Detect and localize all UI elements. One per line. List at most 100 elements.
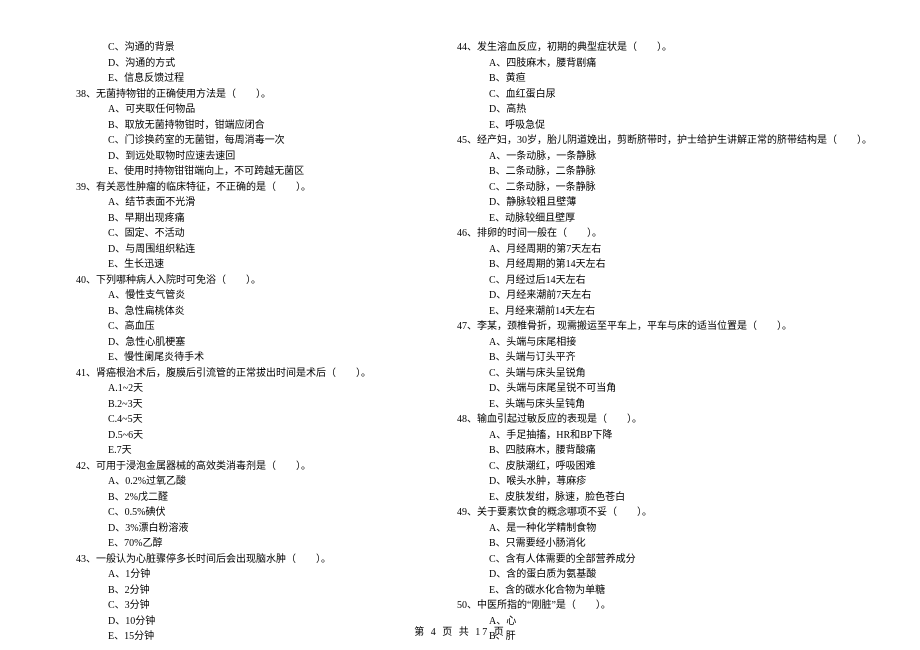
question-50: 50、中医所指的“刚脏”是（ ）。 (441, 598, 872, 614)
option: A、是一种化学精制食物 (441, 521, 872, 537)
question-num: 38、 (76, 89, 96, 100)
question-stem: 肾癌根治术后，腹膜后引流管的正常拔出时间是术后（ ）。 (96, 368, 371, 379)
question-stem: 有关恶性肿瘤的临床特征，不正确的是（ ）。 (96, 182, 311, 193)
option: C、门诊换药室的无菌钳，每周消毒一次 (60, 133, 371, 149)
option: B、月经周期的第14天左右 (441, 257, 872, 273)
question-num: 49、 (457, 507, 477, 518)
option: B、头端与订头平齐 (441, 350, 872, 366)
question-stem: 中医所指的“刚脏”是（ ）。 (477, 600, 611, 611)
option: D、含的蛋白质为氨基酸 (441, 567, 872, 583)
question-num: 43、 (76, 554, 96, 565)
question-43: 43、一般认为心脏骤停多长时间后会出现脑水肿（ ）。 (60, 552, 371, 568)
option: D、3%漂白粉溶液 (60, 521, 371, 537)
question-47: 47、李某，颈椎骨折，现需搬运至平车上，平车与床的适当位置是（ ）。 (441, 319, 872, 335)
question-stem: 输血引起过敏反应的表现是（ ）。 (477, 414, 642, 425)
option: E、含的碳水化合物为单糖 (441, 583, 872, 599)
question-stem: 发生溶血反应，初期的典型症状是（ ）。 (477, 42, 672, 53)
option: C、血红蛋白尿 (441, 87, 872, 103)
option: B、早期出现疼痛 (60, 211, 371, 227)
question-stem: 一般认为心脏骤停多长时间后会出现脑水肿（ ）。 (96, 554, 331, 565)
question-num: 46、 (457, 228, 477, 239)
option: E、呼吸急促 (441, 118, 872, 134)
option: D、月经来潮前7天左右 (441, 288, 872, 304)
option: E、月经来潮前14天左右 (441, 304, 872, 320)
option: D、与周围组织粘连 (60, 242, 371, 258)
option: D、头端与床尾呈锐不可当角 (441, 381, 872, 397)
option: C、二条动脉，一条静脉 (441, 180, 872, 196)
question-num: 40、 (76, 275, 96, 286)
option: B、2分钟 (60, 583, 371, 599)
option: C、高血压 (60, 319, 371, 335)
option: B、四肢麻木，腰背酸痛 (441, 443, 872, 459)
question-45: 45、经产妇，30岁，胎儿阴道娩出，剪断脐带时，护士给护生讲解正常的脐带结构是（… (441, 133, 872, 149)
right-column: 44、发生溶血反应，初期的典型症状是（ ）。 A、四肢麻木，腰背剧痛 B、黄疸 … (441, 40, 872, 645)
option: C、3分钟 (60, 598, 371, 614)
option: A、0.2%过氧乙酸 (60, 474, 371, 490)
option: C、头端与床头呈锐角 (441, 366, 872, 382)
option: B、2%戊二醛 (60, 490, 371, 506)
option: B、只需要经小肠消化 (441, 536, 872, 552)
question-stem: 排卵的时间一般在（ ）。 (477, 228, 602, 239)
option: D、喉头水肿，荨麻疹 (441, 474, 872, 490)
option: B、二条动脉，二条静脉 (441, 164, 872, 180)
question-44: 44、发生溶血反应，初期的典型症状是（ ）。 (441, 40, 872, 56)
question-48: 48、输血引起过敏反应的表现是（ ）。 (441, 412, 872, 428)
option: C.4~5天 (60, 412, 371, 428)
option: C、固定、不活动 (60, 226, 371, 242)
option: E、70%乙醇 (60, 536, 371, 552)
question-41: 41、肾癌根治术后，腹膜后引流管的正常拔出时间是术后（ ）。 (60, 366, 371, 382)
question-stem: 李某，颈椎骨折，现需搬运至平车上，平车与床的适当位置是（ ）。 (477, 321, 792, 332)
question-stem: 可用于浸泡金属器械的高效类消毒剂是（ ）。 (96, 461, 311, 472)
question-num: 47、 (457, 321, 477, 332)
page-footer: 第 4 页 共 17 页 (0, 623, 920, 638)
option: A.1~2天 (60, 381, 371, 397)
question-num: 41、 (76, 368, 96, 379)
trailing-option: E、信息反馈过程 (60, 71, 371, 87)
option: C、月经过后14天左右 (441, 273, 872, 289)
option: C、0.5%碘伏 (60, 505, 371, 521)
left-column: C、沟通的背景 D、沟通的方式 E、信息反馈过程 38、无菌持物钳的正确使用方法… (60, 40, 371, 645)
option: B、取放无菌持物钳时，钳端应闭合 (60, 118, 371, 134)
option: D、急性心肌梗塞 (60, 335, 371, 351)
question-38: 38、无菌持物钳的正确使用方法是（ ）。 (60, 87, 371, 103)
option: B、急性扁桃体炎 (60, 304, 371, 320)
option: E.7天 (60, 443, 371, 459)
question-stem: 无菌持物钳的正确使用方法是（ ）。 (96, 89, 271, 100)
question-stem: 下列哪种病人入院时可免浴（ ）。 (96, 275, 261, 286)
question-40: 40、下列哪种病人入院时可免浴（ ）。 (60, 273, 371, 289)
option: D.5~6天 (60, 428, 371, 444)
option: D、静脉较粗且壁薄 (441, 195, 872, 211)
question-num: 45、 (457, 135, 477, 146)
question-stem: 关于要素饮食的概念哪项不妥（ ）。 (477, 507, 652, 518)
question-49: 49、关于要素饮食的概念哪项不妥（ ）。 (441, 505, 872, 521)
option: E、慢性阑尾炎待手术 (60, 350, 371, 366)
question-num: 42、 (76, 461, 96, 472)
option: D、到远处取物时应速去速回 (60, 149, 371, 165)
question-num: 50、 (457, 600, 477, 611)
option: A、四肢麻木，腰背剧痛 (441, 56, 872, 72)
option: B、黄疸 (441, 71, 872, 87)
trailing-option: D、沟通的方式 (60, 56, 371, 72)
option: E、动脉较细且壁厚 (441, 211, 872, 227)
trailing-option: C、沟通的背景 (60, 40, 371, 56)
option: B.2~3天 (60, 397, 371, 413)
option: A、1分钟 (60, 567, 371, 583)
question-num: 48、 (457, 414, 477, 425)
content-columns: C、沟通的背景 D、沟通的方式 E、信息反馈过程 38、无菌持物钳的正确使用方法… (60, 40, 860, 645)
option: A、慢性支气管炎 (60, 288, 371, 304)
option: E、生长迅速 (60, 257, 371, 273)
option: C、皮肤潮红，呼吸困难 (441, 459, 872, 475)
option: A、头端与床尾相接 (441, 335, 872, 351)
question-42: 42、可用于浸泡金属器械的高效类消毒剂是（ ）。 (60, 459, 371, 475)
option: E、使用时持物钳钳端向上，不可跨越无菌区 (60, 164, 371, 180)
question-46: 46、排卵的时间一般在（ ）。 (441, 226, 872, 242)
option: A、一条动脉，一条静脉 (441, 149, 872, 165)
option: E、头端与床头呈钝角 (441, 397, 872, 413)
option: C、含有人体需要的全部营养成分 (441, 552, 872, 568)
question-stem: 经产妇，30岁，胎儿阴道娩出，剪断脐带时，护士给护生讲解正常的脐带结构是（ ）。 (477, 135, 872, 146)
question-39: 39、有关恶性肿瘤的临床特征，不正确的是（ ）。 (60, 180, 371, 196)
option: A、可夹取任何物品 (60, 102, 371, 118)
question-num: 44、 (457, 42, 477, 53)
option: E、皮肤发绀，脉速，脸色苍白 (441, 490, 872, 506)
option: D、高热 (441, 102, 872, 118)
